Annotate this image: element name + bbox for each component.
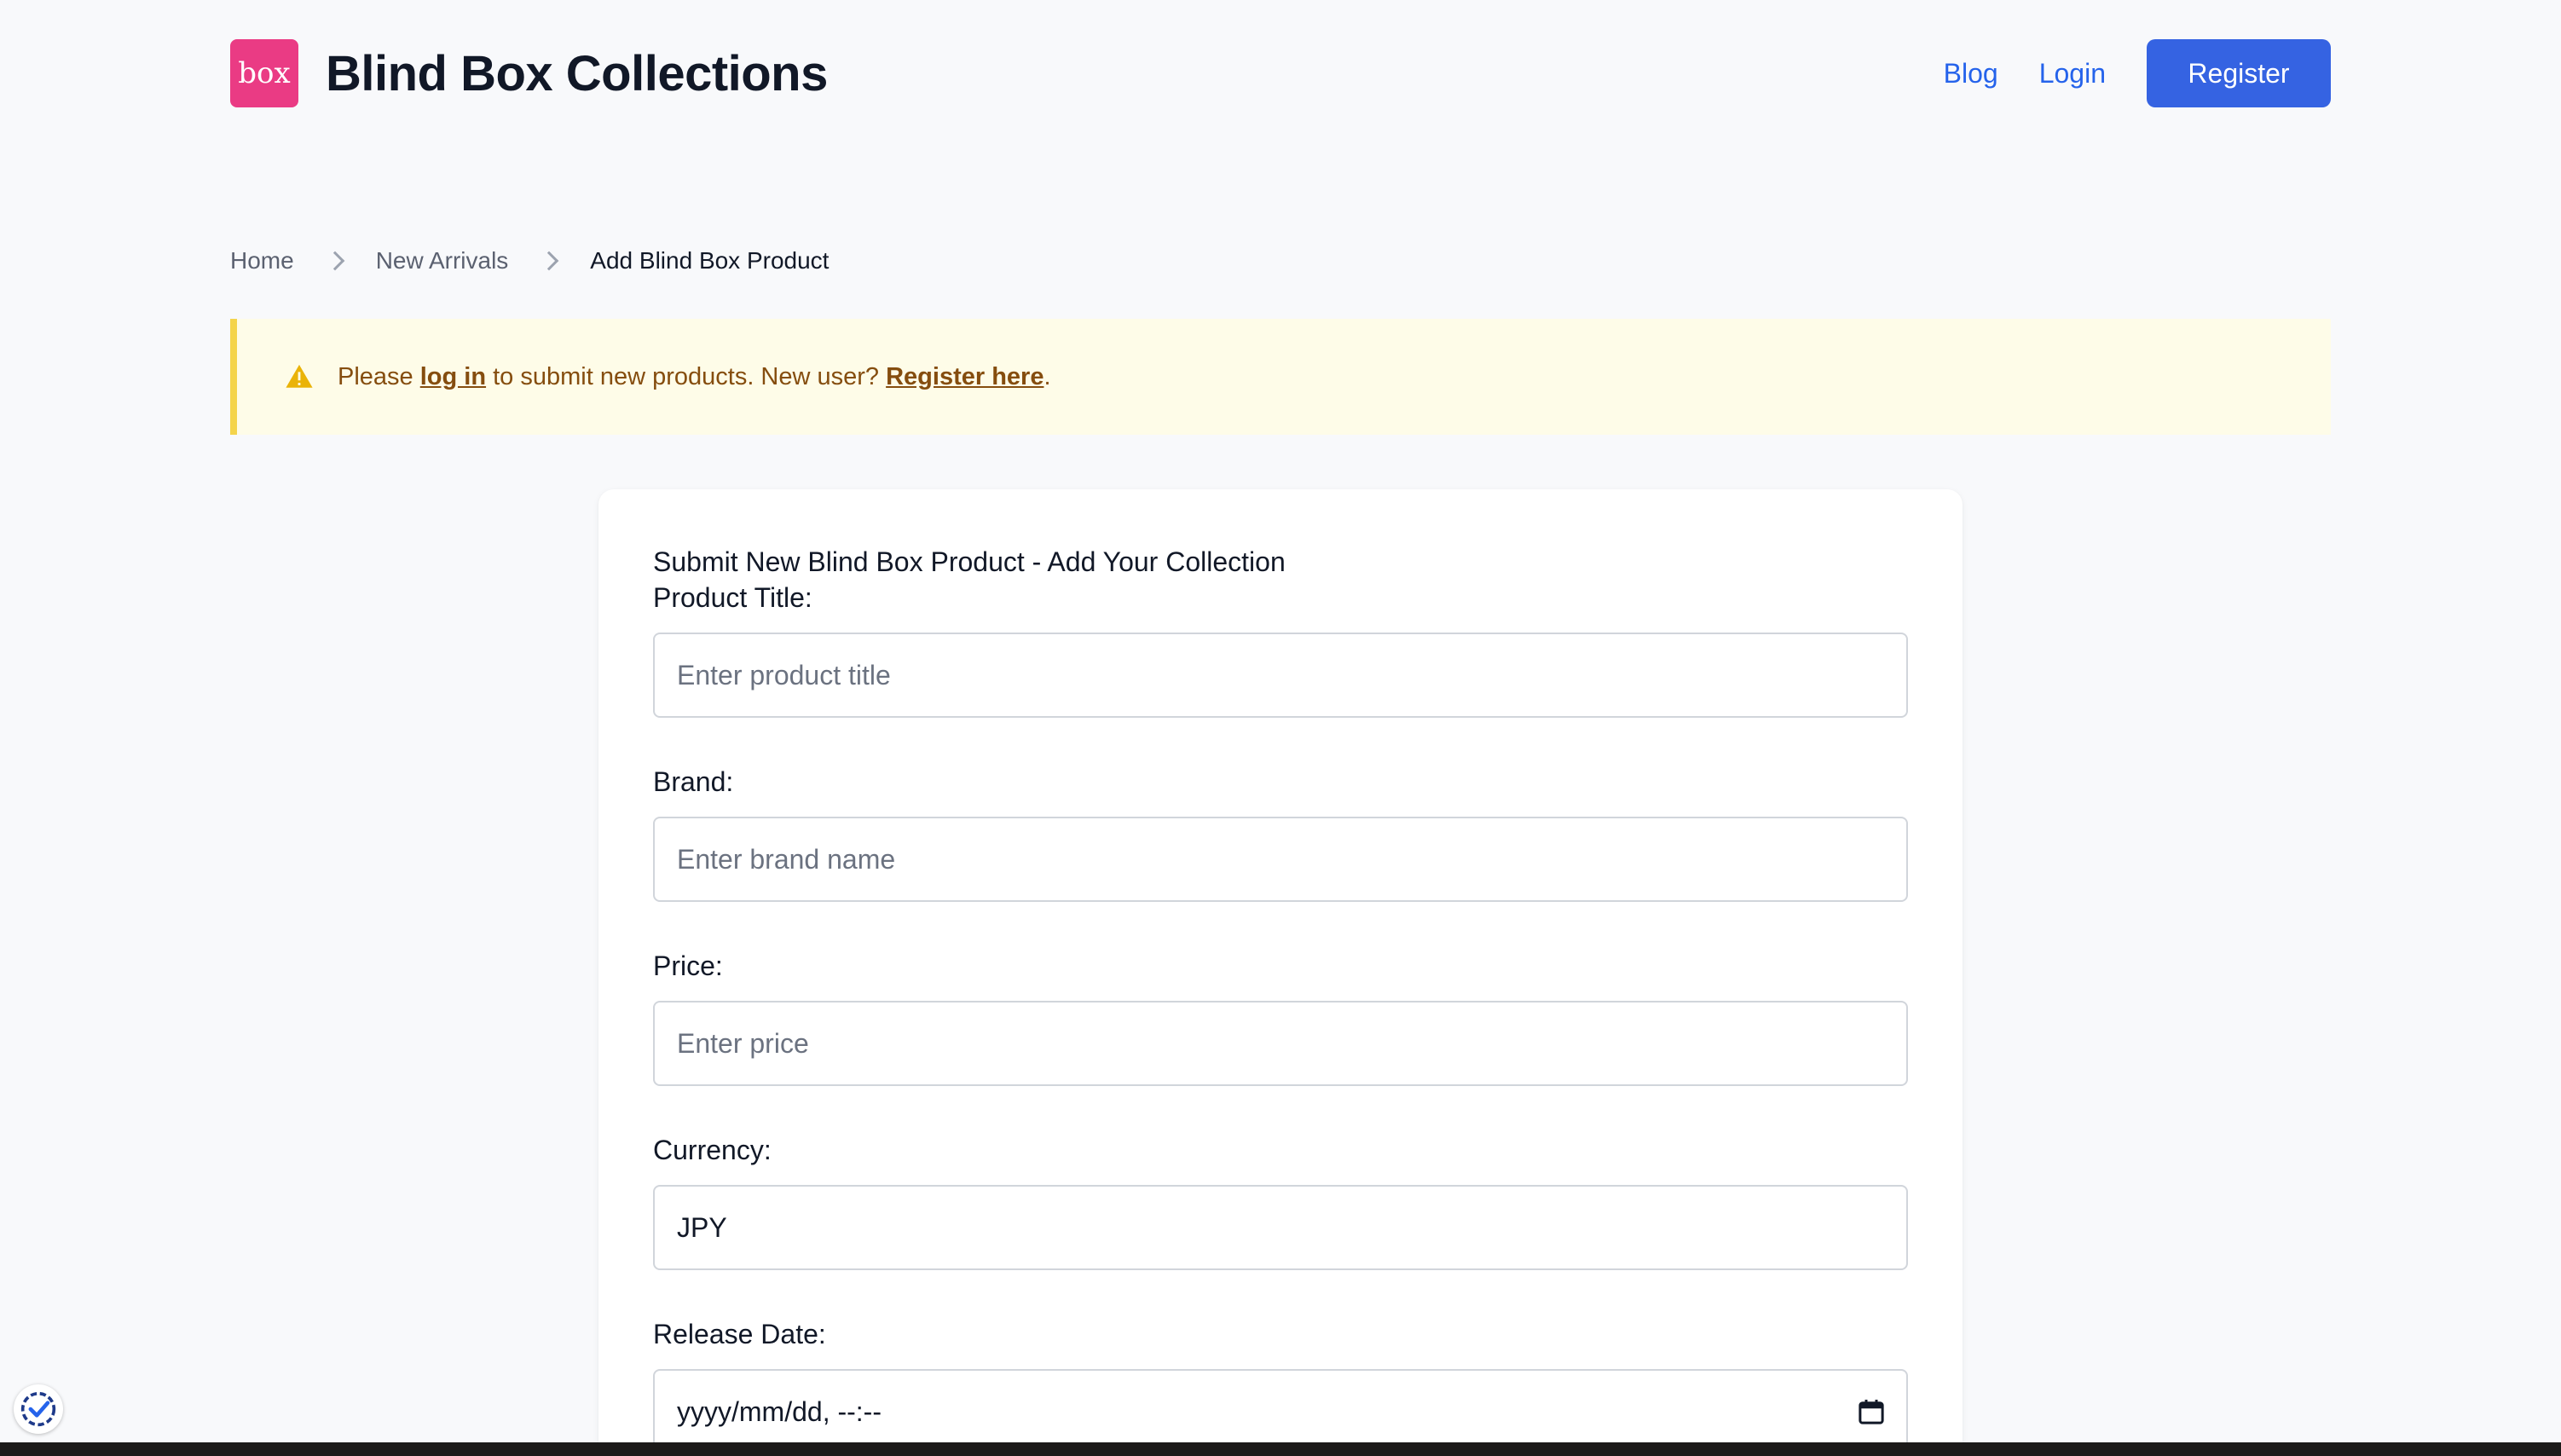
product-title-label: Product Title: — [653, 582, 812, 613]
release-date-label: Release Date: — [653, 1319, 826, 1349]
alert-text-after: . — [1043, 362, 1051, 390]
breadcrumb: Home New Arrivals Add Blind Box Product — [230, 242, 829, 280]
alert-text-before: Please — [338, 362, 420, 390]
field-release-date: Release Date: yyyy/mm/dd, --:-- — [653, 1316, 1908, 1454]
price-label: Price: — [653, 950, 723, 981]
verification-badge[interactable] — [14, 1384, 63, 1434]
nav-login-link[interactable]: Login — [2039, 58, 2106, 90]
product-form-card: Submit New Blind Box Product - Add Your … — [598, 489, 1963, 1456]
currency-input[interactable]: JPY — [653, 1185, 1908, 1270]
brand-label: Brand: — [653, 766, 734, 797]
field-currency: Currency: JPY — [653, 1132, 1908, 1270]
nav-blog-link[interactable]: Blog — [1944, 58, 1998, 90]
alert-register-link[interactable]: Register here — [886, 363, 1043, 390]
alert-text-middle: to submit new products. New user? — [486, 362, 887, 390]
price-input[interactable]: Enter price — [653, 1001, 1908, 1086]
brand[interactable]: box Blind Box Collections — [230, 39, 828, 107]
warning-icon — [286, 364, 313, 388]
breadcrumb-new-arrivals[interactable]: New Arrivals — [376, 247, 509, 274]
top-nav: Blog Login Register — [1944, 39, 2331, 107]
field-brand: Brand: Enter brand name — [653, 764, 1908, 902]
currency-label: Currency: — [653, 1135, 772, 1165]
register-button[interactable]: Register — [2147, 39, 2331, 107]
field-product-title: Product Title: Enter product title — [653, 580, 1908, 718]
bottom-edge-bar — [0, 1442, 2561, 1456]
site-header: box Blind Box Collections Blog Login Reg… — [230, 39, 2331, 107]
breadcrumb-home[interactable]: Home — [230, 247, 294, 274]
brand-input[interactable]: Enter brand name — [653, 817, 1908, 902]
login-warning-alert: Please log in to submit new products. Ne… — [230, 319, 2331, 435]
alert-text: Please log in to submit new products. Ne… — [338, 363, 1051, 391]
release-date-value: yyyy/mm/dd, --:-- — [677, 1395, 882, 1427]
breadcrumb-current: Add Blind Box Product — [590, 247, 830, 274]
chevron-right-icon — [539, 251, 559, 271]
product-title-input[interactable]: Enter product title — [653, 633, 1908, 718]
form-heading: Submit New Blind Box Product - Add Your … — [653, 546, 1286, 577]
field-price: Price: Enter price — [653, 948, 1908, 1086]
check-shield-icon — [20, 1391, 56, 1427]
chevron-right-icon — [325, 251, 345, 271]
release-date-input[interactable]: yyyy/mm/dd, --:-- — [653, 1369, 1908, 1454]
alert-login-link[interactable]: log in — [420, 363, 486, 390]
logo[interactable]: box — [230, 39, 298, 107]
calendar-icon[interactable] — [1859, 1398, 1884, 1425]
site-title[interactable]: Blind Box Collections — [326, 45, 828, 102]
